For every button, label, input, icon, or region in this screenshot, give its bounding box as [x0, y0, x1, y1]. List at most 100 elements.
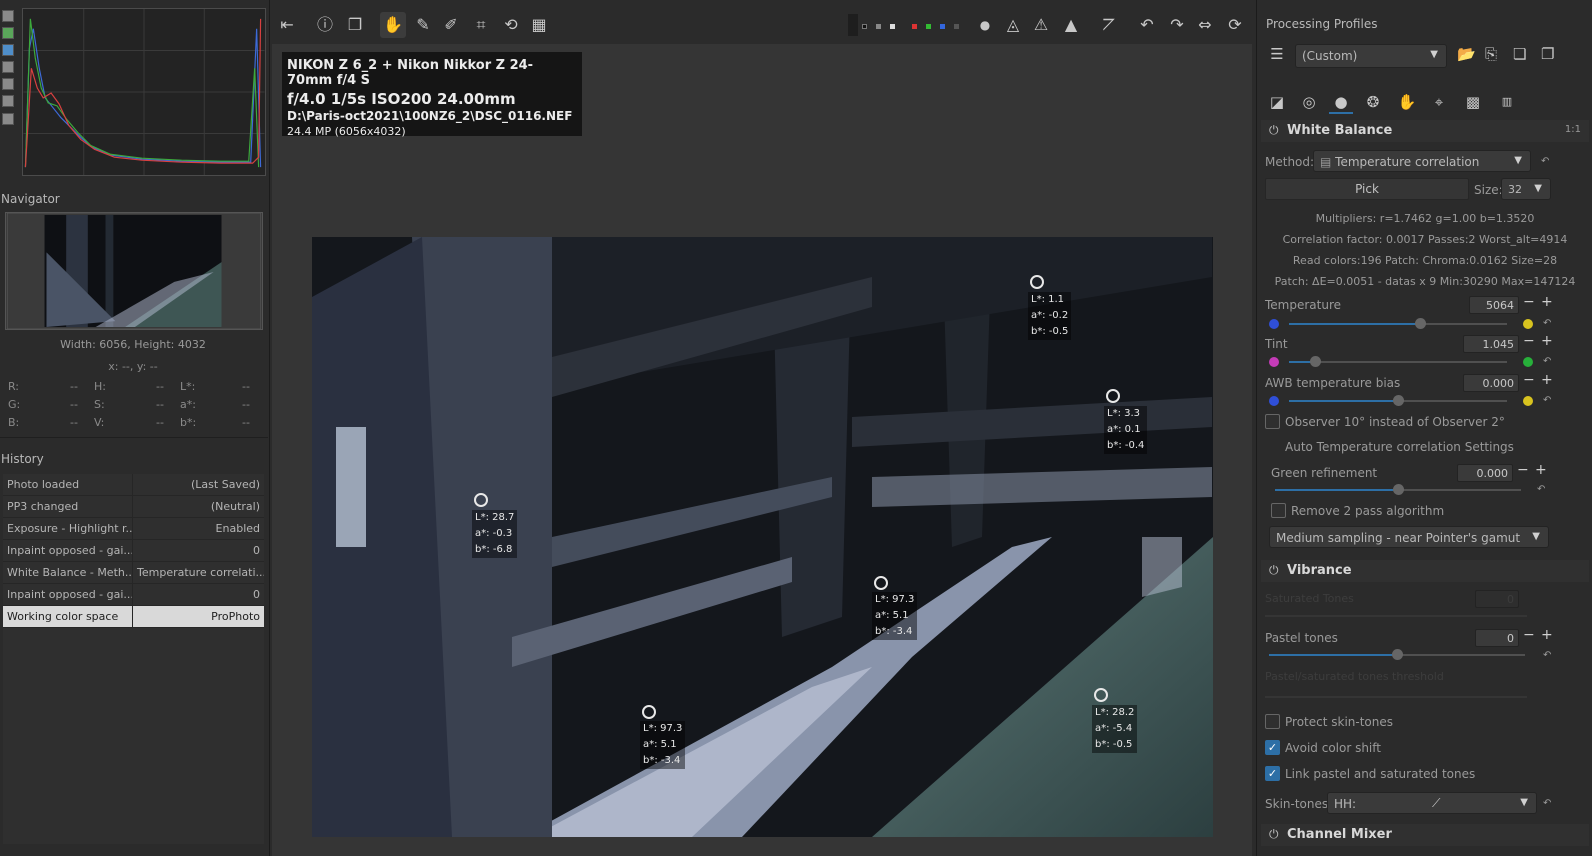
method-select[interactable]: ▤ Temperature correlation ▼ — [1313, 150, 1531, 172]
color-picker-icon[interactable]: ✐ — [438, 12, 464, 38]
histogram-rgb-toggle-icon[interactable] — [2, 27, 14, 39]
gamut-icon[interactable]: ⦢ — [1096, 12, 1122, 38]
pastel-tones-decrement-button[interactable]: − — [1523, 627, 1535, 643]
tint-decrement-button[interactable]: − — [1523, 333, 1535, 349]
sample-point-3[interactable] — [474, 493, 488, 507]
histogram-chroma-toggle-icon[interactable] — [2, 61, 14, 73]
warning-outline-icon[interactable]: ⚠ — [1028, 12, 1054, 38]
sample-point-4[interactable] — [874, 576, 888, 590]
histogram-red-toggle-icon[interactable] — [2, 44, 14, 56]
observer-checkbox[interactable] — [1265, 414, 1280, 429]
color-tab-icon[interactable]: ● — [1329, 90, 1353, 114]
avoid-color-shift-checkbox[interactable]: ✓ — [1265, 740, 1280, 755]
hand-tool-icon[interactable]: ✋ — [380, 12, 406, 38]
awb-bias-slider[interactable] — [1289, 395, 1507, 406]
histogram-mode-icon[interactable] — [2, 95, 14, 107]
awb-bias-decrement-button[interactable]: − — [1523, 372, 1535, 388]
temperature-input[interactable]: 5064 — [1469, 296, 1519, 314]
auto-settings-label[interactable]: Auto Temperature correlation Settings — [1285, 440, 1514, 454]
hide-left-panel-icon[interactable]: ⇤ — [274, 12, 300, 38]
preview-blue-icon[interactable] — [940, 24, 945, 29]
temperature-slider-knob[interactable] — [1414, 318, 1426, 329]
awb-bias-slider-knob[interactable] — [1393, 395, 1404, 406]
tint-input[interactable]: 1.045 — [1463, 335, 1519, 353]
transform-tab-icon[interactable]: ⌖ — [1427, 90, 1451, 114]
green-refinement-reset-icon[interactable]: ↶ — [1537, 484, 1545, 495]
remove-pass-checkbox[interactable] — [1271, 503, 1286, 518]
preview-luminance-icon[interactable] — [954, 24, 959, 29]
copy-profile-icon[interactable]: ❏ — [1513, 45, 1526, 63]
link-tones-checkbox[interactable]: ✓ — [1265, 766, 1280, 781]
histogram-raw-toggle-icon[interactable] — [2, 10, 14, 22]
vibrance-header[interactable]: ⏻ Vibrance — [1261, 560, 1589, 582]
focus-mask-icon[interactable]: ● — [972, 12, 998, 38]
detail-tab-icon[interactable]: ◎ — [1297, 90, 1321, 114]
temperature-increment-button[interactable]: + — [1541, 294, 1553, 310]
sample-point-2[interactable] — [1106, 389, 1120, 403]
green-refinement-input[interactable]: 0.000 — [1457, 464, 1513, 482]
history-row[interactable]: Inpaint opposed - gai... 0 — [3, 540, 264, 562]
temperature-decrement-button[interactable]: − — [1523, 294, 1535, 310]
history-row-selected[interactable]: Working color space ProPhoto — [3, 606, 264, 628]
green-refinement-increment-button[interactable]: + — [1535, 462, 1547, 478]
pick-button[interactable]: Pick — [1265, 178, 1469, 200]
size-select[interactable]: 32 ▼ — [1501, 178, 1551, 200]
flip-icon[interactable]: ⇔ — [1192, 12, 1218, 38]
preview-black-icon[interactable] — [862, 24, 867, 29]
photo-preview[interactable]: L*: 1.1 a*: -0.2 b*: -0.5 L*: 3.3 a*: 0.1 b*… — [312, 237, 1213, 837]
sample-point-6[interactable] — [1094, 688, 1108, 702]
history-row[interactable]: White Balance - Meth... Temperature corre… — [3, 562, 264, 584]
navigator-thumbnail[interactable] — [5, 212, 263, 330]
pastel-tones-slider[interactable] — [1269, 649, 1525, 660]
straighten-icon[interactable]: ⟲ — [498, 12, 524, 38]
warning-filled-icon[interactable]: ▲ — [1058, 12, 1084, 38]
white-balance-header[interactable]: ⏻ White Balance 1:1 — [1261, 120, 1589, 142]
preview-gray-icon[interactable] — [876, 24, 881, 29]
power-icon[interactable]: ⏻ — [1269, 827, 1279, 842]
protect-skin-checkbox[interactable] — [1265, 714, 1280, 729]
green-refinement-slider[interactable] — [1275, 484, 1521, 495]
white-balance-picker-icon[interactable]: ✎ — [410, 12, 436, 38]
awb-bias-increment-button[interactable]: + — [1541, 372, 1553, 388]
metadata-tab-icon[interactable]: ▥ — [1495, 90, 1519, 114]
channel-mixer-header[interactable]: ⏻ Channel Mixer — [1261, 824, 1589, 846]
history-row[interactable]: Exposure - Highlight r... Enabled — [3, 518, 264, 540]
pastel-tones-reset-icon[interactable]: ↶ — [1543, 650, 1551, 661]
flip-vertical-icon[interactable]: ⟳ — [1222, 12, 1248, 38]
history-row[interactable]: Photo loaded (Last Saved) — [3, 474, 264, 496]
preview-green-icon[interactable] — [926, 24, 931, 29]
tint-reset-icon[interactable]: ↶ — [1543, 356, 1551, 367]
tint-increment-button[interactable]: + — [1541, 333, 1553, 349]
perspective-icon[interactable]: ▦ — [526, 12, 552, 38]
history-row[interactable]: PP3 changed (Neutral) — [3, 496, 264, 518]
awb-bias-input[interactable]: 0.000 — [1463, 374, 1519, 392]
preview-red-icon[interactable] — [912, 24, 917, 29]
sample-point-1[interactable] — [1030, 275, 1044, 289]
skin-tones-curve-select[interactable]: HH: ⟋ ▼ — [1327, 792, 1537, 814]
temperature-reset-icon[interactable]: ↶ — [1543, 318, 1551, 329]
pastel-tones-input[interactable]: 0 — [1475, 629, 1519, 647]
profile-list-icon[interactable]: ☰ — [1265, 45, 1289, 67]
crop-icon[interactable]: ⌗ — [468, 12, 494, 38]
histogram-luminance-toggle-icon[interactable] — [2, 78, 14, 90]
power-icon[interactable]: ⏻ — [1269, 563, 1279, 578]
sampling-select[interactable]: Medium sampling - near Pointer's gamut ▼ — [1269, 526, 1549, 548]
pastel-tones-increment-button[interactable]: + — [1541, 627, 1553, 643]
rotate-left-icon[interactable]: ↶ — [1134, 12, 1160, 38]
open-profile-icon[interactable]: 📂 — [1457, 45, 1476, 63]
save-profile-icon[interactable]: ⎘ — [1485, 45, 1497, 63]
method-reset-icon[interactable]: ↶ — [1541, 156, 1549, 167]
skin-tones-reset-icon[interactable]: ↶ — [1543, 798, 1551, 809]
temperature-slider[interactable] — [1289, 318, 1507, 329]
tint-slider[interactable] — [1289, 356, 1507, 367]
info-icon[interactable]: ⓘ — [312, 12, 338, 38]
processing-profile-select[interactable]: (Custom) ▼ — [1295, 44, 1447, 68]
pastel-tones-slider-knob[interactable] — [1392, 649, 1403, 660]
tint-slider-knob[interactable] — [1310, 356, 1322, 367]
local-tab-icon[interactable]: ❂ — [1361, 90, 1385, 114]
green-refinement-slider-knob[interactable] — [1393, 484, 1404, 495]
advanced-tab-icon[interactable]: ✋ — [1395, 90, 1419, 114]
history-row[interactable]: Inpaint opposed - gai... 0 — [3, 584, 264, 606]
histogram-bar-icon[interactable] — [2, 113, 14, 125]
awb-bias-reset-icon[interactable]: ↶ — [1543, 395, 1551, 406]
